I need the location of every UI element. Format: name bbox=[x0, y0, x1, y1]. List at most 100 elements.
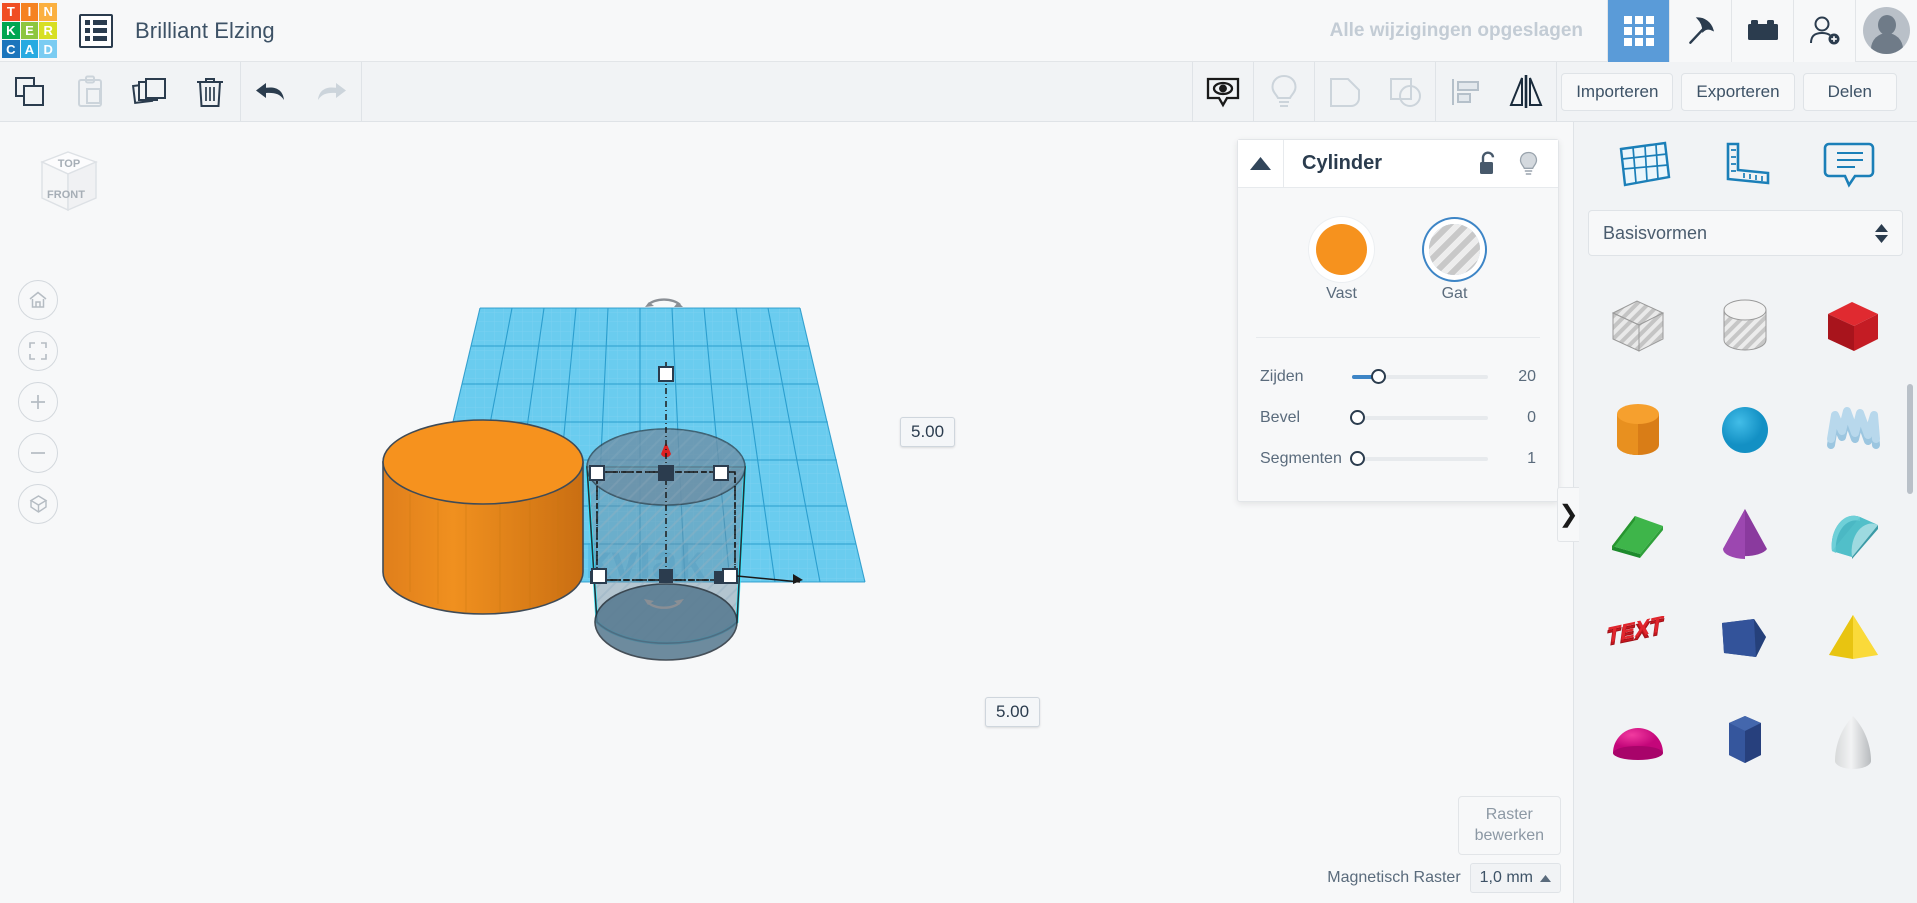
workplane-grid-icon[interactable] bbox=[1615, 139, 1673, 194]
snap-grid-select[interactable]: 1,0 mm bbox=[1469, 863, 1561, 893]
logo-tile-t: T bbox=[2, 3, 20, 21]
slider-knob[interactable] bbox=[1350, 451, 1365, 466]
group-shapes-icon bbox=[1315, 62, 1375, 121]
slider-row-bevel: Bevel 0 bbox=[1260, 397, 1536, 438]
edit-toolbar: Importeren Exporteren Delen bbox=[0, 62, 1917, 122]
viewcube-front-label: FRONT bbox=[47, 189, 85, 201]
export-button[interactable]: Exporteren bbox=[1681, 72, 1795, 111]
purple-cone-shape[interactable] bbox=[1692, 482, 1800, 586]
zoom-in-icon[interactable] bbox=[18, 382, 58, 422]
blue-hexprism-shape[interactable] bbox=[1692, 690, 1800, 794]
red-box-shape[interactable] bbox=[1799, 274, 1907, 378]
orange-cylinder-shape[interactable] bbox=[1584, 378, 1692, 482]
white-paraboloid-shape[interactable] bbox=[1799, 690, 1907, 794]
logo-tile-i: I bbox=[20, 3, 39, 21]
add-user-icon[interactable] bbox=[1793, 0, 1855, 62]
slider-value: 1 bbox=[1527, 449, 1536, 467]
lightbulb-icon[interactable] bbox=[1508, 151, 1548, 177]
delete-trash-icon[interactable] bbox=[180, 62, 240, 121]
slider-track bbox=[1352, 456, 1488, 461]
share-button[interactable]: Delen bbox=[1802, 72, 1897, 111]
slider-label: Segmenten bbox=[1260, 449, 1342, 467]
paste-icon bbox=[60, 62, 120, 121]
solid-label: Vast bbox=[1326, 285, 1357, 302]
caret-up-icon[interactable] bbox=[1238, 139, 1284, 188]
shape-category-select[interactable]: Basisvormen bbox=[1588, 210, 1903, 256]
home-view-icon[interactable] bbox=[18, 280, 58, 320]
logo-tile-k: K bbox=[2, 21, 20, 40]
tinkercad-app: TIN KER CAD Brilliant Elzing Alle wijzigin… bbox=[0, 0, 1917, 903]
solid-swatch[interactable] bbox=[1316, 224, 1367, 275]
mirror-icon[interactable] bbox=[1496, 62, 1556, 121]
dimension-label[interactable]: 5.00 bbox=[900, 417, 956, 447]
lego-brick-icon[interactable] bbox=[1731, 0, 1793, 62]
shapes-grid: TEXT TEXT bbox=[1574, 274, 1917, 903]
hole-box-shape[interactable] bbox=[1584, 274, 1692, 378]
slider-control[interactable] bbox=[1350, 449, 1502, 469]
undo-icon[interactable] bbox=[241, 62, 301, 121]
page-title: Brilliant Elzing bbox=[135, 17, 275, 43]
ruler-icon[interactable] bbox=[1718, 139, 1776, 194]
scribble-shape[interactable] bbox=[1799, 378, 1907, 482]
avatar[interactable] bbox=[1855, 0, 1917, 62]
slider-value: 20 bbox=[1518, 367, 1536, 385]
designs-list-button[interactable] bbox=[79, 13, 113, 48]
edit-grid-button[interactable]: Raster bewerken bbox=[1457, 795, 1561, 855]
spinner-arrows-icon bbox=[1875, 223, 1888, 243]
sidebar-scrollbar[interactable] bbox=[1907, 384, 1913, 494]
slider-fill bbox=[1352, 374, 1373, 379]
slider-track bbox=[1352, 415, 1488, 420]
magenta-hemisphere-shape[interactable] bbox=[1584, 690, 1692, 794]
fit-to-view-icon[interactable] bbox=[18, 331, 58, 371]
toolbar-divider bbox=[1556, 62, 1558, 121]
zoom-out-icon[interactable] bbox=[18, 433, 58, 473]
notes-comment-icon[interactable] bbox=[1821, 139, 1877, 194]
apps-grid-icon[interactable] bbox=[1607, 0, 1669, 62]
blue-sphere-shape[interactable] bbox=[1692, 378, 1800, 482]
redo-icon bbox=[301, 62, 361, 121]
snap-grid-row: Magnetisch Raster 1,0 mm bbox=[1327, 863, 1561, 893]
logo-tile-d: D bbox=[39, 40, 57, 58]
slider-label: Bevel bbox=[1260, 408, 1301, 426]
minecraft-pickaxe-icon[interactable] bbox=[1669, 0, 1731, 62]
top-header-bar: TIN KER CAD Brilliant Elzing Alle wijzigin… bbox=[0, 0, 1917, 62]
logo-tile-a: A bbox=[20, 40, 39, 58]
logo-tile-n: N bbox=[39, 3, 57, 21]
grid-controls: Raster bewerken Magnetisch Raster 1,0 mm bbox=[1327, 795, 1561, 893]
logo-tile-r: R bbox=[39, 21, 57, 40]
duplicate-icon[interactable] bbox=[120, 62, 180, 121]
yellow-pyramid-shape[interactable] bbox=[1799, 586, 1907, 690]
blue-wedge-shape[interactable] bbox=[1692, 586, 1800, 690]
slider-control[interactable] bbox=[1350, 408, 1502, 428]
copy-icon[interactable] bbox=[0, 62, 60, 121]
slider-row-zijden: Zijden 20 bbox=[1260, 356, 1536, 397]
sidebar-tool-icons bbox=[1574, 122, 1917, 210]
orange-cylinder[interactable] bbox=[382, 419, 584, 615]
teal-halfcylinder-shape[interactable] bbox=[1799, 482, 1907, 586]
snap-grid-value: 1,0 mm bbox=[1479, 869, 1533, 886]
slider-row-segmenten: Segmenten 1 bbox=[1260, 438, 1536, 479]
align-icon[interactable] bbox=[1436, 62, 1496, 121]
save-status: Alle wijzigingen opgeslagen bbox=[1329, 19, 1583, 41]
ungroup-shapes-icon bbox=[1375, 62, 1435, 121]
hole-cylinder-shape[interactable] bbox=[1692, 274, 1800, 378]
slider-knob[interactable] bbox=[1350, 410, 1365, 425]
slider-value: 0 bbox=[1527, 408, 1536, 426]
solid-option[interactable]: Vast bbox=[1316, 224, 1367, 303]
view-cube[interactable]: TOP FRONT bbox=[26, 136, 110, 220]
shape-name-label: Cylinder bbox=[1302, 152, 1383, 174]
slider-knob[interactable] bbox=[1371, 369, 1386, 384]
dimension-label[interactable]: 5.00 bbox=[985, 697, 1041, 727]
import-button[interactable]: Importeren bbox=[1561, 72, 1674, 111]
unlock-icon[interactable] bbox=[1468, 150, 1508, 177]
visibility-eye-icon[interactable] bbox=[1193, 62, 1253, 121]
red-text-shape[interactable]: TEXT TEXT bbox=[1584, 586, 1692, 690]
green-roof-shape[interactable] bbox=[1584, 482, 1692, 586]
slider-control[interactable] bbox=[1352, 367, 1502, 387]
chevron-right-icon[interactable]: ❯ bbox=[1557, 487, 1579, 542]
tinkercad-logo[interactable]: TIN KER CAD bbox=[2, 3, 57, 58]
slider-label: Zijden bbox=[1260, 367, 1304, 385]
hole-swatch[interactable] bbox=[1429, 224, 1480, 275]
ortho-perspective-icon[interactable] bbox=[18, 484, 58, 524]
hole-option[interactable]: Gat bbox=[1429, 224, 1480, 303]
